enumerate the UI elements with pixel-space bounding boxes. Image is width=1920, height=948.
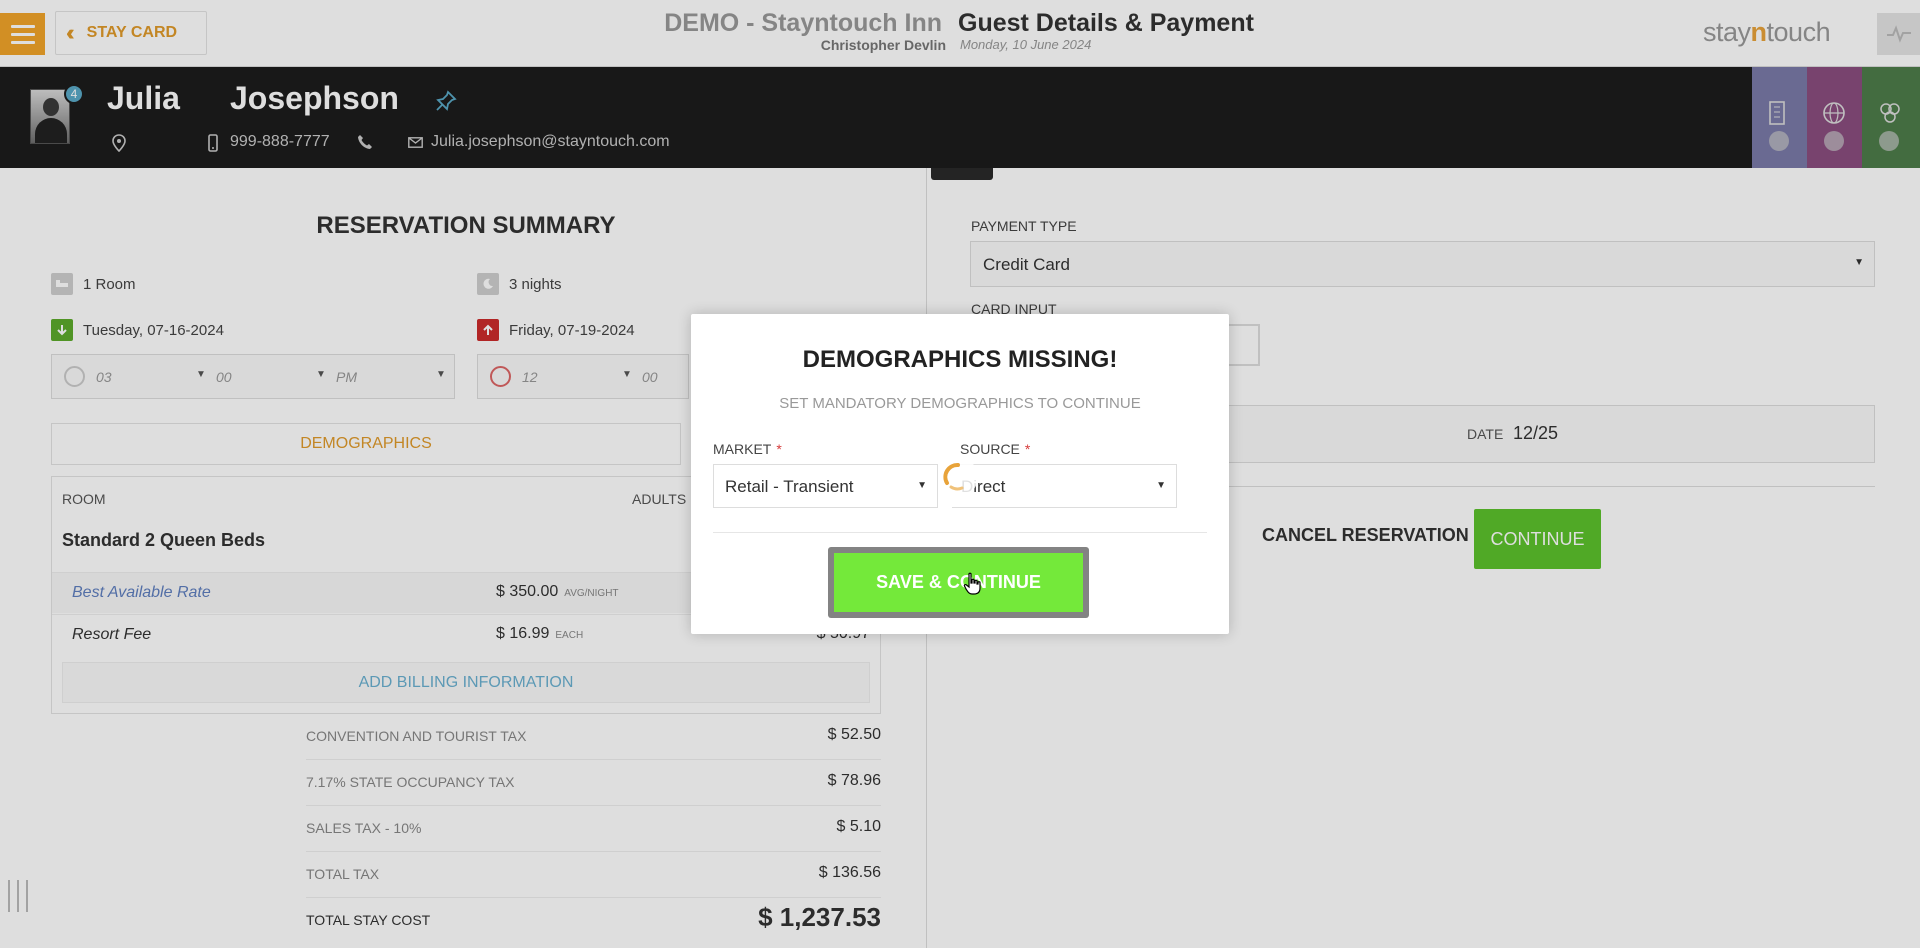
required-mark: * <box>776 441 782 457</box>
source-select[interactable]: Direct ▼ <box>952 464 1177 508</box>
source-label: SOURCE * <box>960 441 1031 457</box>
chevron-down-icon: ▼ <box>1156 480 1166 491</box>
market-label: MARKET * <box>713 441 782 457</box>
modal-title: DEMOGRAPHICS MISSING! <box>802 346 1118 373</box>
save-and-continue-button[interactable]: SAVE & CONTINUE <box>828 547 1089 618</box>
market-select[interactable]: Retail - Transient ▼ <box>713 464 938 508</box>
required-mark: * <box>1024 441 1031 457</box>
market-value: Retail - Transient <box>725 477 854 496</box>
hand-cursor-icon <box>963 572 981 595</box>
save-and-continue-label: SAVE & CONTINUE <box>834 553 1083 612</box>
modal-subtitle: SET MANDATORY DEMOGRAPHICS TO CONTINUE <box>779 395 1141 412</box>
divider <box>713 532 1207 533</box>
loading-spinner-icon <box>943 463 964 491</box>
loading-spinner <box>938 457 978 497</box>
chevron-down-icon: ▼ <box>917 480 927 491</box>
